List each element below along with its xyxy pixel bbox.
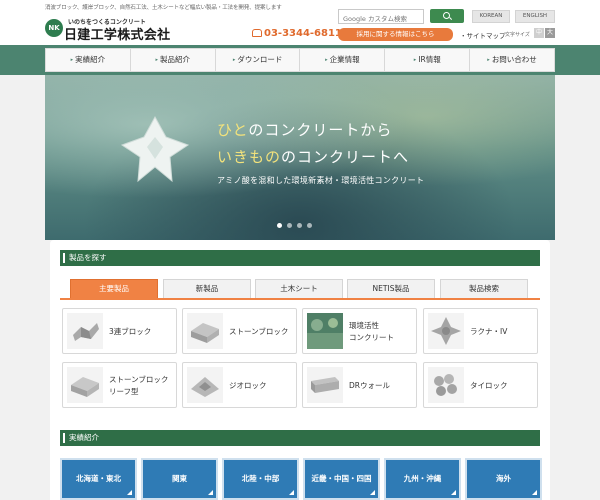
product-card-label: タイロック bbox=[470, 381, 508, 390]
english-button[interactable]: ENGLISH bbox=[515, 10, 555, 23]
stone-block-leaf-icon bbox=[67, 367, 103, 403]
global-nav: 実績紹介 製品紹介 ダウンロード 企業情報 IR情報 お問い合わせ bbox=[45, 48, 555, 72]
region-buttons: 北海道・東北 関東 北陸・中部 近畿・中国・四国 九州・沖縄 海外 bbox=[60, 458, 542, 500]
recruit-button[interactable]: 採用に関する情報はこちら bbox=[338, 28, 453, 41]
tab-main-products[interactable]: 主要製品 bbox=[70, 279, 158, 299]
nav-item-results[interactable]: 実績紹介 bbox=[46, 49, 131, 71]
product-card-stone-block-leaf[interactable]: ストーンブロック リーフ型 bbox=[62, 362, 177, 408]
nav-item-products[interactable]: 製品紹介 bbox=[131, 49, 216, 71]
korean-button[interactable]: KOREAN bbox=[472, 10, 510, 23]
hero-headline-1-rest: のコンクリートから bbox=[248, 121, 393, 139]
product-card-label: DRウォール bbox=[349, 381, 390, 390]
product-card-lacuna[interactable]: ラクナ・IV bbox=[423, 308, 538, 354]
stone-block-icon bbox=[187, 313, 223, 349]
product-card-label: 3連ブロック bbox=[109, 327, 152, 336]
nav-item-ir[interactable]: IR情報 bbox=[385, 49, 471, 71]
hero-headline-1: ひとのコンクリートから bbox=[217, 119, 392, 140]
logo-company-name: 日建工学株式会社 bbox=[64, 28, 171, 43]
product-card-label: ストーンブロック bbox=[229, 327, 289, 336]
product-card-eco-concrete[interactable]: 環境活性 コンクリート bbox=[302, 308, 417, 354]
phone-icon bbox=[252, 29, 262, 37]
phone-number-text: 03-3344-6811 bbox=[264, 28, 342, 39]
hero-subtitle: アミノ酸を混和した環境新素材・環境活性コンクリート bbox=[217, 176, 425, 185]
tab-netis-products[interactable]: NETIS製品 bbox=[347, 279, 435, 299]
product-card-label: 環境活性 bbox=[349, 321, 379, 330]
phone-number: 03-3344-6811 bbox=[252, 28, 342, 39]
eco-concrete-photo bbox=[307, 313, 343, 349]
region-kanto[interactable]: 関東 bbox=[141, 458, 218, 500]
slider-dots bbox=[277, 223, 312, 228]
nav-item-download[interactable]: ダウンロード bbox=[216, 49, 301, 71]
slider-dot[interactable] bbox=[277, 223, 282, 228]
hero-headline-1-accent: ひと bbox=[217, 121, 249, 139]
product-card-triple-block[interactable]: 3連ブロック bbox=[62, 308, 177, 354]
font-size-large-button[interactable]: 大 bbox=[545, 28, 555, 38]
geolock-icon bbox=[187, 367, 223, 403]
search-icon bbox=[443, 12, 450, 19]
hero-headline-2-rest: のコンクリートへ bbox=[281, 148, 410, 166]
hero-headline-2: いきもののコンクリートへ bbox=[217, 146, 409, 167]
search-button[interactable] bbox=[430, 9, 464, 23]
region-kinki-chugoku-shikoku[interactable]: 近畿・中国・四国 bbox=[303, 458, 380, 500]
slider-dot[interactable] bbox=[297, 223, 302, 228]
site-header: 消波ブロック、護岸ブロック、自然石工法、土木シートなど幅広い製品・工法を開発、提… bbox=[0, 0, 600, 45]
slider-dot[interactable] bbox=[307, 223, 312, 228]
nav-item-contact[interactable]: お問い合わせ bbox=[470, 49, 554, 71]
region-kyushu-okinawa[interactable]: 九州・沖縄 bbox=[384, 458, 461, 500]
region-hokuriku-chubu[interactable]: 北陸・中部 bbox=[222, 458, 299, 500]
region-overseas[interactable]: 海外 bbox=[465, 458, 542, 500]
tab-product-search[interactable]: 製品検索 bbox=[440, 279, 528, 299]
results-heading: 実績紹介 bbox=[60, 430, 540, 446]
dr-wall-icon bbox=[307, 367, 343, 403]
products-heading: 製品を探す bbox=[60, 250, 540, 266]
tabs-underline bbox=[60, 298, 540, 300]
search-input[interactable]: Google カスタム検索 bbox=[338, 9, 424, 24]
logo-mark-icon: NK bbox=[45, 19, 63, 37]
product-card-label: ラクナ・IV bbox=[470, 327, 508, 336]
tetrapod-block-icon bbox=[120, 115, 190, 183]
product-card-label: ストーンブロック bbox=[109, 375, 169, 384]
product-card-label-2: コンクリート bbox=[349, 333, 394, 342]
site-tagline: 消波ブロック、護岸ブロック、自然石工法、土木シートなど幅広い製品・工法を開発、提… bbox=[45, 5, 282, 11]
triple-block-icon bbox=[67, 313, 103, 349]
nav-item-company[interactable]: 企業情報 bbox=[300, 49, 386, 71]
tielock-icon bbox=[428, 367, 464, 403]
hero-headline-2-accent: いきもの bbox=[217, 148, 282, 166]
product-card-geolock[interactable]: ジオロック bbox=[182, 362, 297, 408]
product-card-label: ジオロック bbox=[229, 381, 267, 390]
font-size-medium-button[interactable]: 中 bbox=[534, 28, 544, 38]
company-logo[interactable]: NK いのちをつくるコンクリート 日建工学株式会社 bbox=[45, 17, 185, 43]
product-card-stone-block[interactable]: ストーンブロック bbox=[182, 308, 297, 354]
font-size-label: 文字サイズ bbox=[505, 32, 530, 38]
product-tabs: 主要製品 新製品 土木シート NETIS製品 製品検索 bbox=[70, 279, 530, 299]
lacuna-block-icon bbox=[428, 313, 464, 349]
hero-slider[interactable]: ひとのコンクリートから いきもののコンクリートへ アミノ酸を混和した環境新素材・… bbox=[45, 75, 555, 240]
sitemap-link[interactable]: ・サイトマップ bbox=[460, 30, 506, 40]
tab-new-products[interactable]: 新製品 bbox=[163, 279, 251, 299]
product-card-dr-wall[interactable]: DRウォール bbox=[302, 362, 417, 408]
region-hokkaido-tohoku[interactable]: 北海道・東北 bbox=[60, 458, 137, 500]
product-card-tielock[interactable]: タイロック bbox=[423, 362, 538, 408]
tab-civil-sheet[interactable]: 土木シート bbox=[255, 279, 343, 299]
product-card-label-2: リーフ型 bbox=[109, 387, 139, 396]
slider-dot[interactable] bbox=[287, 223, 292, 228]
